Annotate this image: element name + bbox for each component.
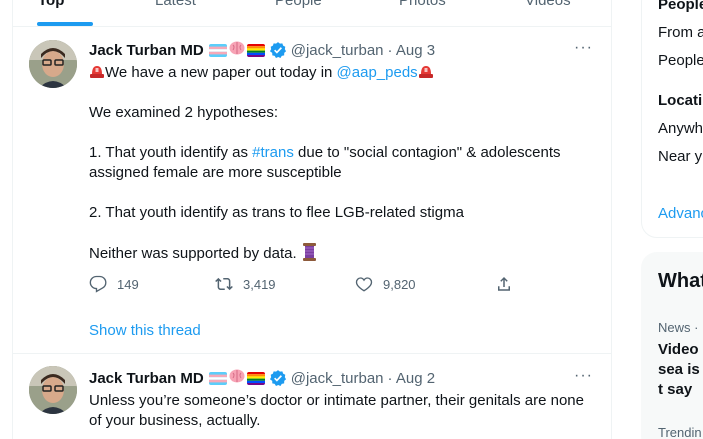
location-filter-anywhere[interactable]: Anywh — [658, 120, 703, 137]
whats-happening-heading: What — [658, 270, 703, 292]
retweet-icon — [215, 277, 233, 291]
tweet-line-5: Neither was supported by data. — [89, 245, 301, 262]
tweet-line-4: 2. That youth identify as trans to flee … — [89, 204, 464, 221]
more-options-icon[interactable]: ··· — [574, 367, 593, 385]
tab-top[interactable]: Top — [38, 0, 64, 9]
people-filter-heading: People — [658, 0, 703, 13]
like-count: 9,820 — [383, 276, 416, 292]
rainbow-flag-icon — [246, 43, 265, 57]
tab-photos[interactable]: Photos — [399, 0, 446, 9]
verified-badge-icon — [269, 369, 287, 387]
reply-count: 149 — [117, 276, 139, 292]
location-filter-near[interactable]: Near y — [658, 148, 702, 165]
search-tabs: Top Latest People Photos Videos — [12, 0, 611, 27]
tweet[interactable]: Jack Turban MD @jack_turban · Aug 2 ··· … — [13, 355, 611, 439]
people-filter-anyone[interactable]: From a — [658, 24, 703, 41]
location-filter-heading: Locati — [658, 92, 703, 109]
retweet-count: 3,419 — [243, 276, 276, 292]
siren-icon — [418, 63, 434, 79]
tab-videos[interactable]: Videos — [525, 0, 571, 9]
tweet-actions: 149 3,419 9,820 — [89, 275, 519, 295]
rainbow-flag-icon — [246, 371, 265, 385]
tweet[interactable]: Jack Turban MD @jack_turban · Aug 3 ··· … — [13, 27, 611, 354]
author-handle[interactable]: @jack_turban — [291, 370, 384, 387]
avatar[interactable] — [29, 366, 77, 414]
trend-category: Trendin — [658, 425, 702, 439]
siren-icon — [89, 63, 105, 79]
tweet-text: Unless you’re someone’s doctor or intima… — [89, 392, 584, 429]
verified-badge-icon — [269, 41, 287, 59]
tweet-text: We have a new paper out today in @aap_pe… — [89, 63, 589, 264]
tweet-line-3: 1. That youth identify as — [89, 144, 253, 161]
transgender-flag-icon — [208, 371, 227, 385]
share-button[interactable] — [495, 275, 513, 293]
thread-spool-icon — [301, 243, 318, 261]
tweet-header: Jack Turban MD @jack_turban · Aug 2 — [89, 368, 435, 388]
transgender-flag-icon — [208, 43, 227, 57]
heart-icon — [355, 277, 373, 292]
trend-headline[interactable]: Video sea is t say — [658, 340, 703, 400]
reply-icon — [89, 275, 107, 293]
show-thread-link[interactable]: Show this thread — [89, 322, 201, 339]
share-icon — [498, 276, 510, 291]
author-name[interactable]: Jack Turban MD — [89, 42, 204, 59]
tab-people[interactable]: People — [275, 0, 322, 9]
tweet-line-1: We have a new paper out today in — [105, 64, 337, 81]
more-options-icon[interactable]: ··· — [574, 39, 593, 57]
active-tab-indicator — [37, 22, 93, 26]
tweet-line-2: We examined 2 hypotheses: — [89, 104, 279, 121]
people-filter-follow[interactable]: People — [658, 52, 703, 69]
hashtag-link[interactable]: #trans — [252, 144, 294, 161]
tweet-date[interactable]: · Aug 3 — [388, 42, 436, 59]
author-name[interactable]: Jack Turban MD — [89, 370, 204, 387]
tweet-header: Jack Turban MD @jack_turban · Aug 3 — [89, 40, 435, 60]
avatar[interactable] — [29, 40, 77, 88]
trend-category: News · — [658, 320, 699, 335]
tweet-date[interactable]: · Aug 2 — [388, 370, 436, 387]
timeline-right-border — [611, 0, 612, 439]
brain-icon — [229, 41, 245, 59]
like-button[interactable]: 9,820 — [355, 275, 416, 293]
brain-icon — [229, 369, 245, 387]
mention-link[interactable]: @aap_peds — [337, 64, 418, 81]
tab-latest[interactable]: Latest — [155, 0, 196, 9]
retweet-button[interactable]: 3,419 — [215, 275, 276, 293]
reply-button[interactable]: 149 — [89, 275, 139, 293]
advanced-search-link[interactable]: Advanc — [658, 205, 703, 222]
author-handle[interactable]: @jack_turban — [291, 42, 384, 59]
